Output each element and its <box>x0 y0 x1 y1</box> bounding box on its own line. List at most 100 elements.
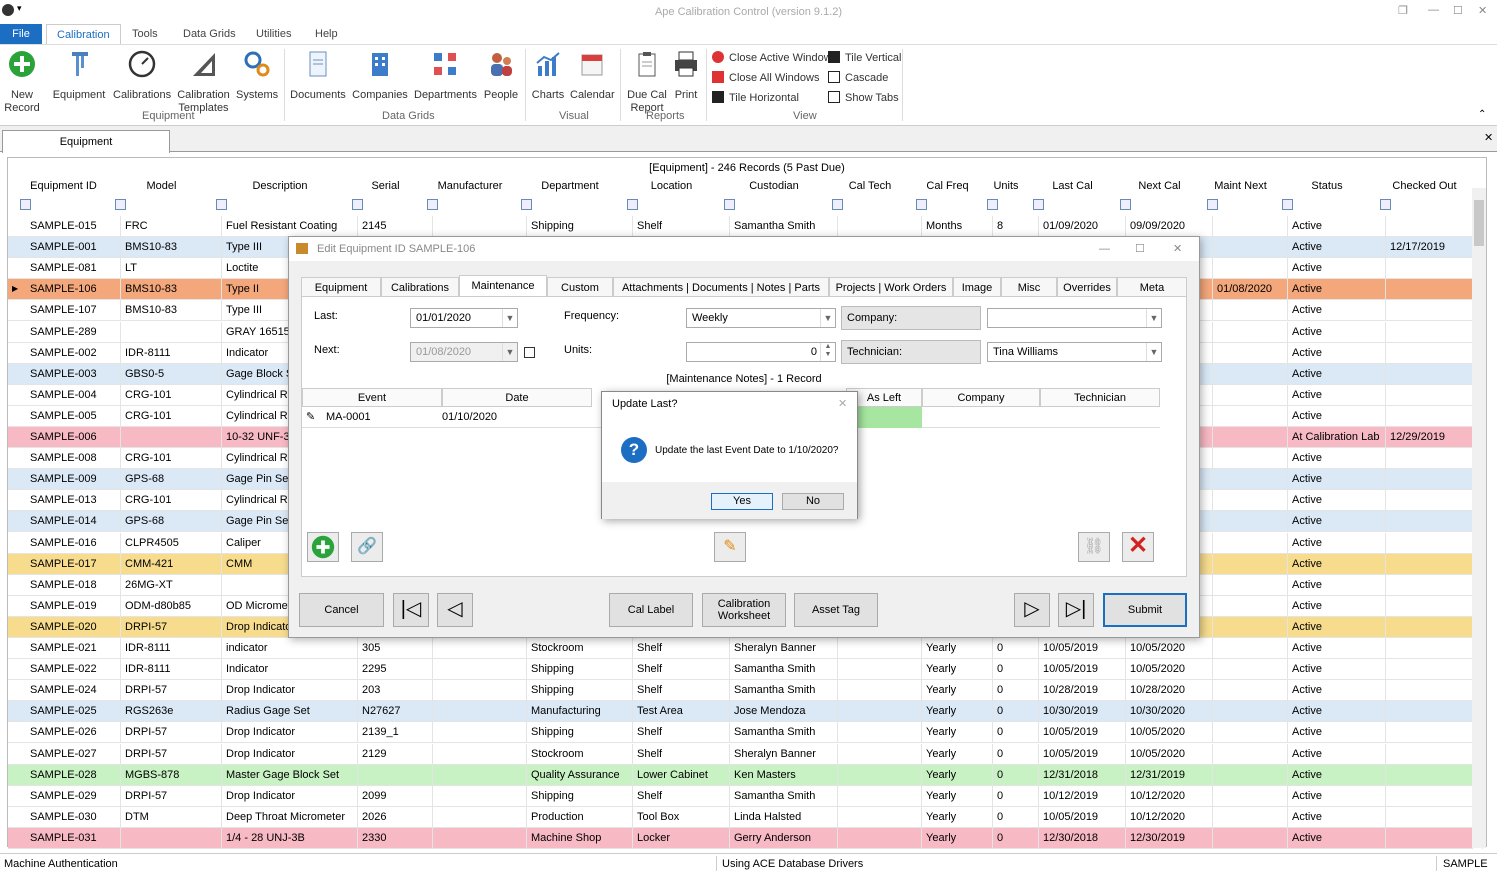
filter-icon[interactable] <box>916 199 927 210</box>
table-row[interactable]: SAMPLE-026 DRPI-57 Drop Indicator 2139_1 Shi… <box>8 722 1483 744</box>
tile-horizontal-button[interactable]: Tile Horizontal <box>712 91 799 105</box>
table-row[interactable]: SAMPLE-021 IDR-8111 indicator 305 Stockroom S… <box>8 638 1483 659</box>
column-header[interactable]: Last Cal <box>1029 180 1116 196</box>
dialog-tab[interactable]: Image <box>953 277 1001 297</box>
filter-icon[interactable] <box>427 199 438 210</box>
due-cal-report-button[interactable]: Due Cal Report <box>626 49 668 115</box>
calibrations-button[interactable]: Calibrations <box>113 49 171 102</box>
column-header[interactable]: Serial <box>348 180 423 196</box>
dialog-tab[interactable]: Custom <box>547 277 613 297</box>
restore-icon[interactable]: ❐ <box>1398 4 1408 17</box>
column-header[interactable]: Manufacturer <box>423 180 517 196</box>
equipment-button[interactable]: Equipment <box>52 49 106 102</box>
minimize-icon[interactable]: — <box>1428 4 1439 16</box>
asset-tag-button[interactable]: Asset Tag <box>794 593 878 627</box>
column-header[interactable]: Cal Freq <box>912 180 983 196</box>
no-button[interactable]: No <box>782 493 844 510</box>
technician-select[interactable]: Tina Williams ▼ <box>987 342 1162 362</box>
table-row[interactable]: SAMPLE-025 RGS263e Radius Gage Set N27627 Ma… <box>8 701 1483 723</box>
dialog-maximize-icon[interactable]: ☐ <box>1135 237 1145 261</box>
notes-column-header[interactable]: Date <box>442 388 592 407</box>
edit-note-button[interactable]: ✎ <box>714 532 746 562</box>
dialog-tab[interactable]: Misc <box>1001 277 1057 297</box>
column-header[interactable]: Maint Next <box>1203 180 1278 196</box>
tile-vertical-button[interactable]: Tile Vertical <box>828 51 901 65</box>
collapse-ribbon-icon[interactable]: ⌃ <box>1478 109 1486 120</box>
column-header[interactable]: Location <box>623 180 720 196</box>
close-all-windows-button[interactable]: Close All Windows <box>712 71 819 85</box>
column-header[interactable]: Equipment ID <box>16 180 111 196</box>
dialog-tab[interactable]: Maintenance <box>459 275 547 297</box>
column-header[interactable]: Next Cal <box>1116 180 1203 196</box>
chevron-down-icon[interactable]: ▼ <box>1146 309 1161 327</box>
dialog-tab[interactable]: Projects | Work Orders <box>829 277 953 297</box>
last-date-field[interactable]: 01/01/2020 ▼ <box>410 308 518 328</box>
table-row[interactable]: SAMPLE-015 FRC Fuel Resistant Coating 2145 S… <box>8 216 1483 237</box>
filter-icon[interactable] <box>216 199 227 210</box>
unlink-button[interactable]: ⛓ <box>1078 532 1110 562</box>
filter-icon[interactable] <box>1120 199 1131 210</box>
cascade-button[interactable]: Cascade <box>828 71 888 85</box>
maximize-icon[interactable]: ☐ <box>1453 4 1463 17</box>
submit-button[interactable]: Submit <box>1103 593 1187 627</box>
cal-label-button[interactable]: Cal Label <box>609 593 693 627</box>
company-select[interactable]: ▼ <box>987 308 1162 328</box>
filter-icon[interactable] <box>1380 199 1391 210</box>
menu-calibration[interactable]: Calibration <box>46 24 121 45</box>
first-record-button[interactable]: |◁ <box>393 593 429 627</box>
table-row[interactable]: SAMPLE-029 DRPI-57 Drop Indicator 2099 Shipp… <box>8 785 1483 807</box>
spin-arrows-icon[interactable]: ▲ ▼ <box>820 343 835 361</box>
close-icon[interactable]: ✕ <box>1478 4 1487 17</box>
column-header[interactable]: Custodian <box>720 180 828 196</box>
column-header[interactable]: Description <box>212 180 348 196</box>
previous-record-button[interactable]: ◁ <box>437 593 473 627</box>
chevron-down-icon[interactable]: ▼ <box>1146 343 1161 361</box>
menu-help[interactable]: Help <box>305 24 348 44</box>
vertical-scrollbar[interactable] <box>1472 188 1486 848</box>
people-button[interactable]: People <box>482 49 520 102</box>
new-record-button[interactable]: New Record <box>4 49 40 115</box>
column-header[interactable]: Cal Tech <box>828 180 912 196</box>
column-header[interactable]: Department <box>517 180 623 196</box>
companies-button[interactable]: Companies <box>352 49 408 102</box>
documents-button[interactable]: Documents <box>290 49 346 102</box>
close-active-window-button[interactable]: Close Active Window <box>712 51 832 65</box>
filter-icon[interactable] <box>832 199 843 210</box>
show-tabs-button[interactable]: Show Tabs <box>828 91 899 105</box>
table-row[interactable]: SAMPLE-031 1/4 - 28 UNJ-3B 2330 Machine Sho… <box>8 827 1483 849</box>
menu-file[interactable]: File <box>0 24 42 44</box>
filter-icon[interactable] <box>724 199 735 210</box>
filter-icon[interactable] <box>1033 199 1044 210</box>
table-row[interactable]: SAMPLE-028 MGBS-878 Master Gage Block Set Q… <box>8 764 1483 786</box>
column-header[interactable]: Units <box>983 180 1029 196</box>
column-header[interactable]: Model <box>111 180 212 196</box>
add-note-button[interactable] <box>307 532 339 562</box>
dialog-tab[interactable]: Attachments | Documents | Notes | Parts <box>613 277 829 297</box>
filter-icon[interactable] <box>115 199 126 210</box>
close-tab-icon[interactable]: ✕ <box>1484 131 1493 144</box>
dialog-tab[interactable]: Meta <box>1117 277 1187 297</box>
dialog-tab[interactable]: Equipment <box>301 277 381 297</box>
dialog-tab[interactable]: Overrides <box>1057 277 1117 297</box>
filter-icon[interactable] <box>352 199 363 210</box>
menu-tools[interactable]: Tools <box>122 24 168 44</box>
frequency-select[interactable]: Weekly ▼ <box>686 308 836 328</box>
filter-icon[interactable] <box>1282 199 1293 210</box>
link-button[interactable]: 🔗 <box>351 532 383 562</box>
table-row[interactable]: SAMPLE-027 DRPI-57 Drop Indicator 2129 Stock… <box>8 743 1483 765</box>
dialog-close-icon[interactable]: ✕ <box>1173 237 1182 261</box>
charts-button[interactable]: Charts <box>530 49 566 102</box>
next-record-button[interactable]: ▷ <box>1014 593 1050 627</box>
notes-column-header[interactable]: Event <box>302 388 442 407</box>
scrollbar-thumb[interactable] <box>1474 200 1484 246</box>
filter-icon[interactable] <box>627 199 638 210</box>
menu-utilities[interactable]: Utilities <box>246 24 301 44</box>
msgbox-close-icon[interactable]: ✕ <box>838 397 847 410</box>
filter-icon[interactable] <box>1207 199 1218 210</box>
column-header[interactable]: Status <box>1278 180 1376 196</box>
departments-button[interactable]: Departments <box>414 49 477 102</box>
filter-icon[interactable] <box>987 199 998 210</box>
table-row[interactable]: SAMPLE-030 DTM Deep Throat Micrometer 2026 P… <box>8 806 1483 828</box>
column-header[interactable]: Checked Out <box>1376 180 1473 196</box>
units-stepper[interactable]: 0 ▲ ▼ <box>686 342 836 362</box>
